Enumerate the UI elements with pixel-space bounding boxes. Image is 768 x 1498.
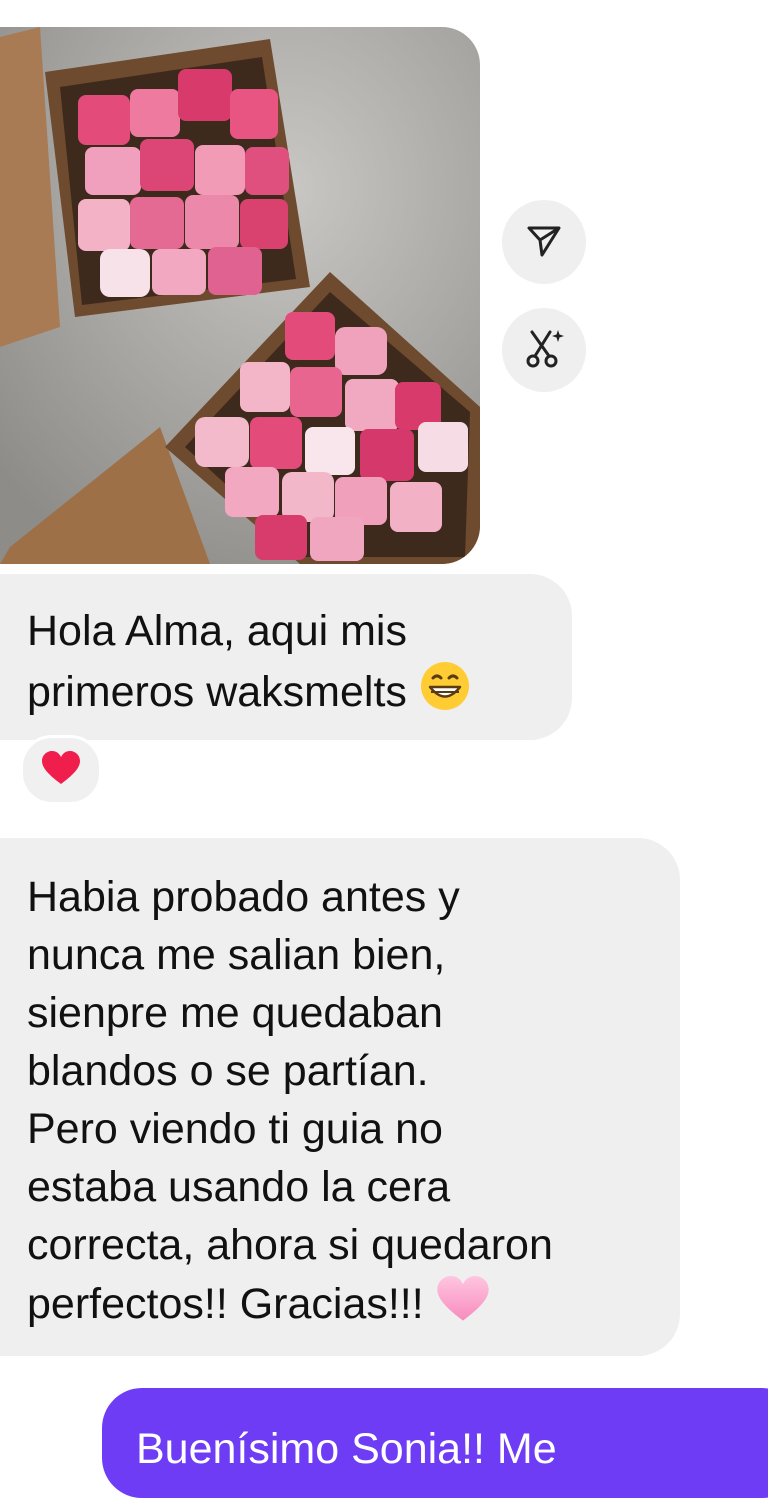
message-text: Buenísimo Sonia!! Me	[136, 1425, 557, 1473]
shared-photo[interactable]	[0, 27, 480, 564]
message-text: Habia probado antes y nunca me salian bi…	[27, 873, 553, 1328]
red-heart-emoji	[41, 750, 81, 791]
paper-plane-icon	[524, 220, 564, 265]
message-reaction[interactable]	[20, 735, 102, 805]
grinning-face-emoji	[419, 660, 471, 727]
received-message[interactable]: Habia probado antes y nunca me salian bi…	[0, 838, 680, 1356]
sparkle-scissors-icon	[522, 326, 566, 375]
sent-message[interactable]: Buenísimo Sonia!! Me	[102, 1388, 768, 1498]
share-button[interactable]	[502, 200, 586, 284]
received-message[interactable]: Hola Alma, aqui mis primeros waksmelts	[0, 574, 572, 740]
pink-heart-emoji	[436, 1274, 490, 1339]
message-text: Hola Alma, aqui mis primeros waksmelts	[27, 607, 407, 716]
remix-button[interactable]	[502, 308, 586, 392]
